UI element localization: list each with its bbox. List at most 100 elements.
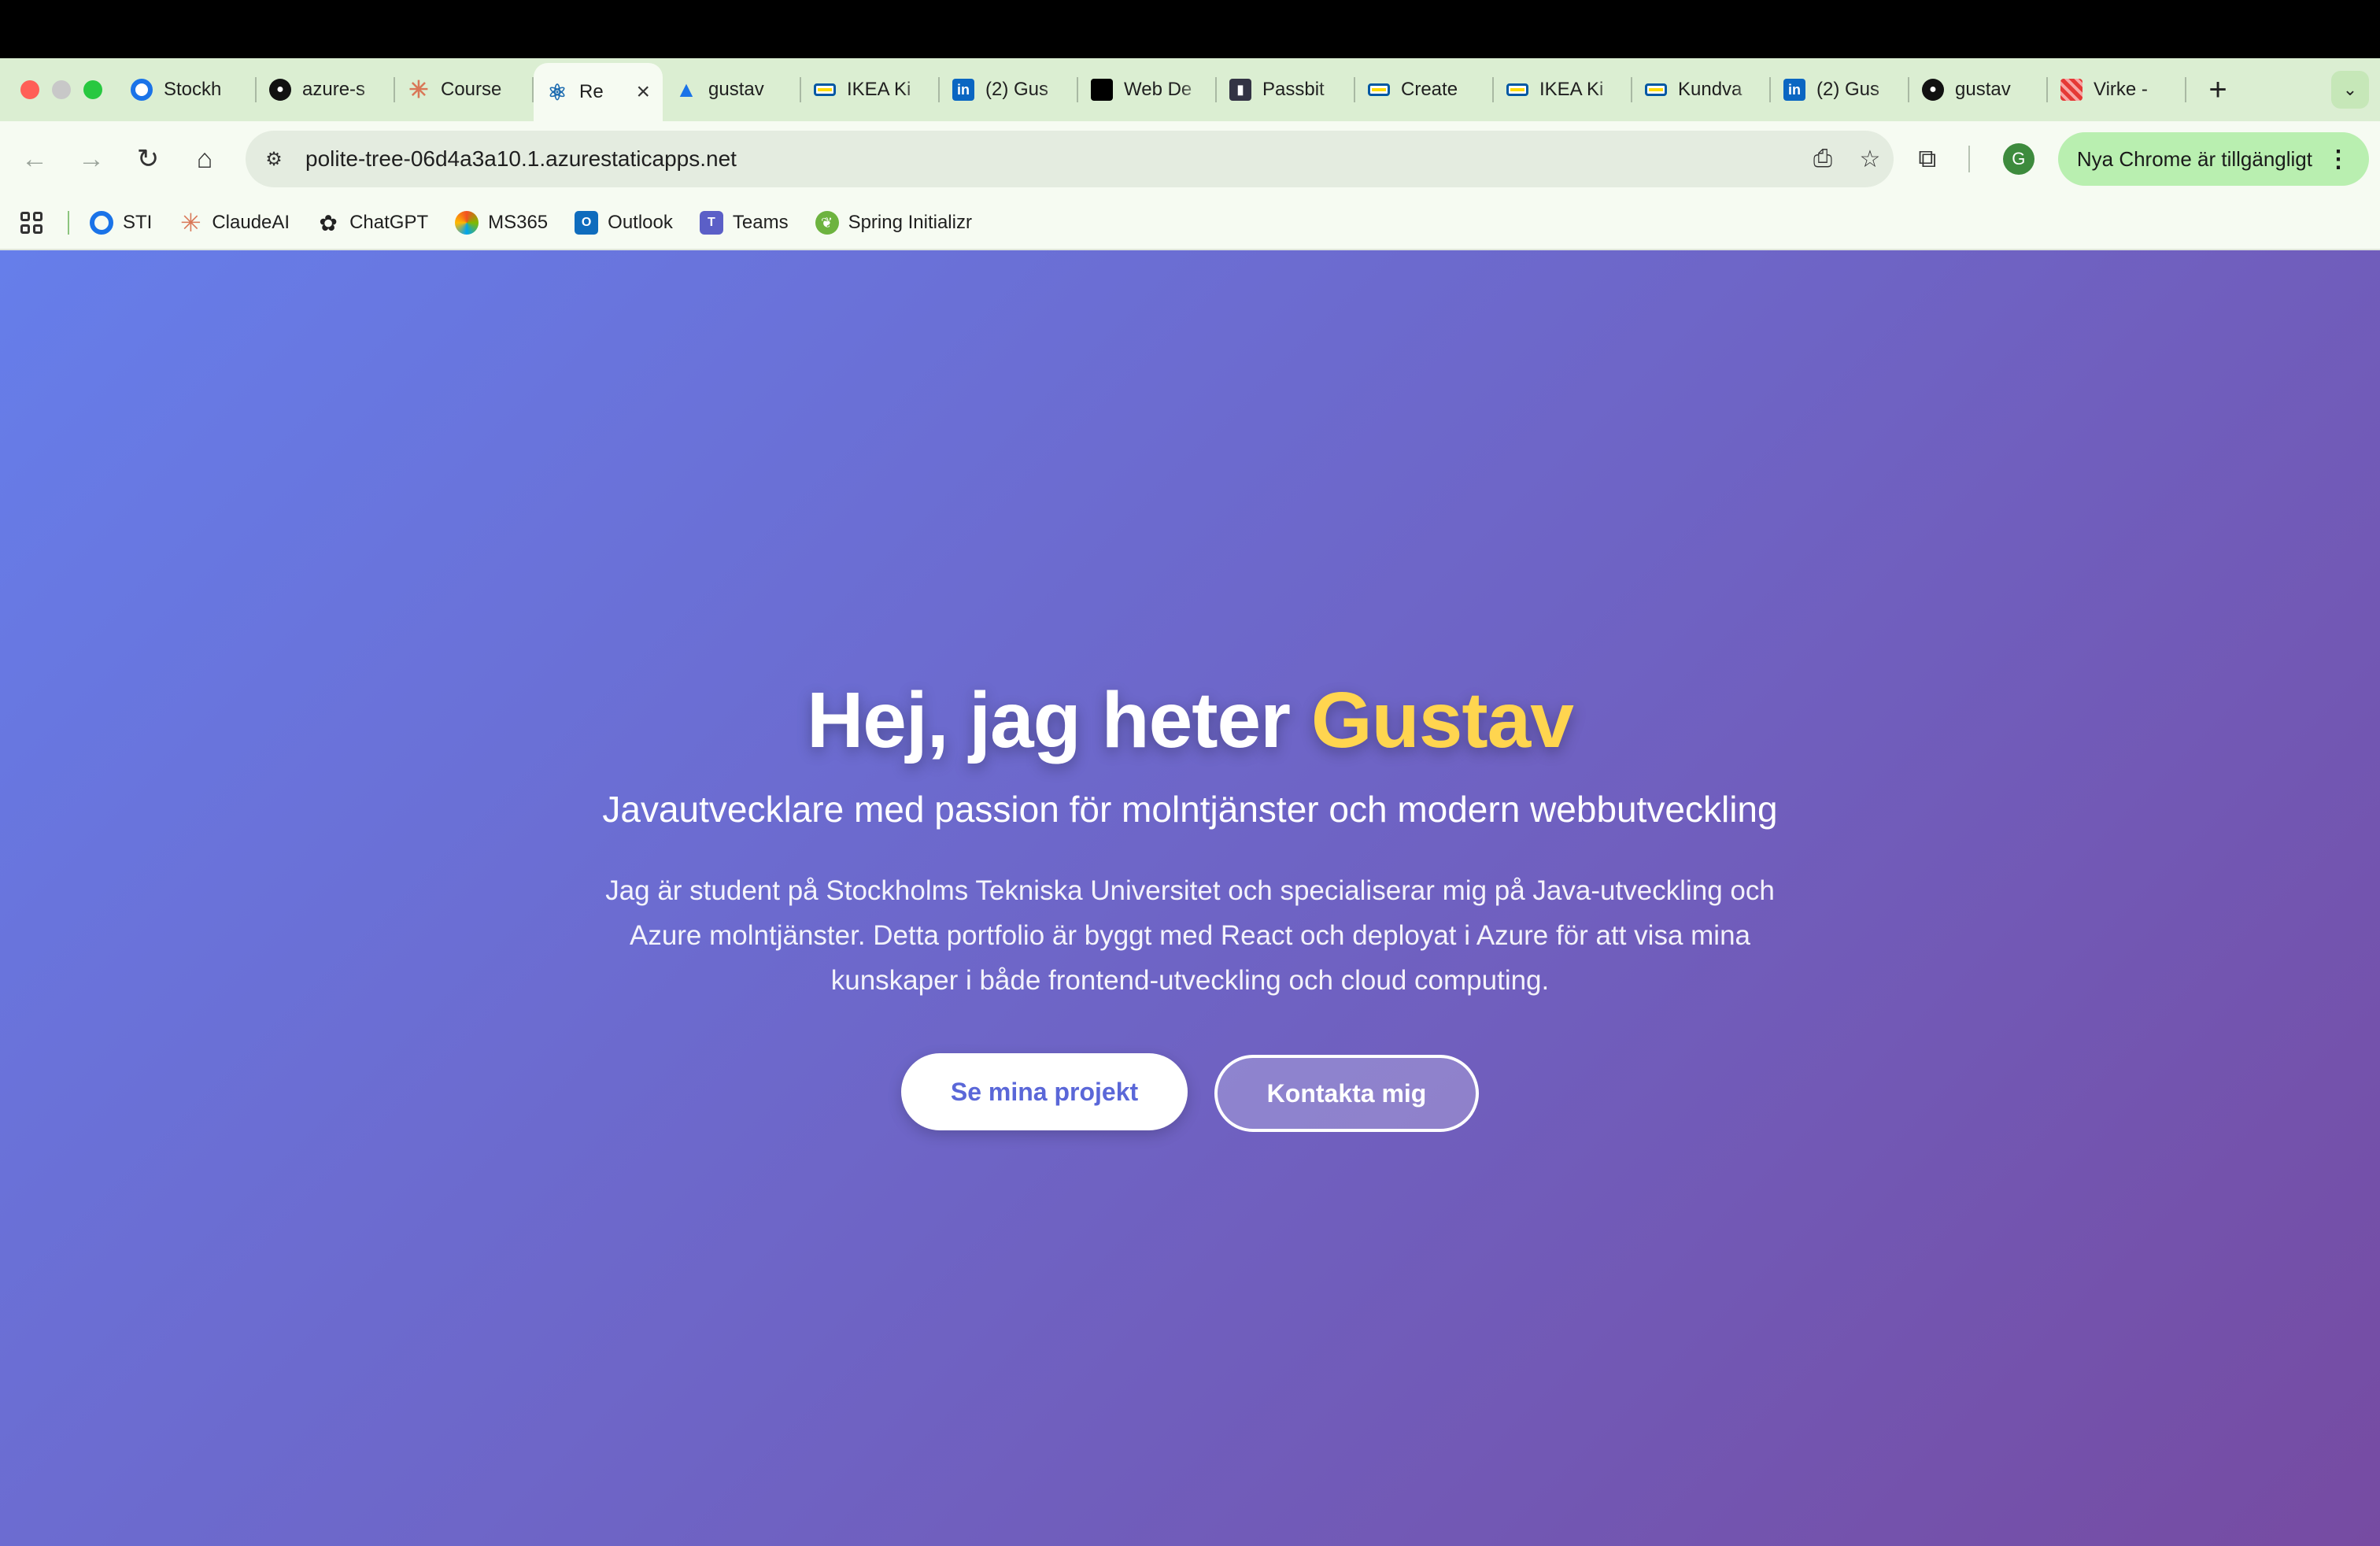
tab-web-dev[interactable]: Web De xyxy=(1078,58,1217,121)
bookmark-sti[interactable]: STI xyxy=(90,211,152,235)
contact-me-button[interactable]: Kontakta mig xyxy=(1214,1055,1479,1132)
spring-icon: ❦ xyxy=(815,211,839,235)
heading-prefix: Hej, jag heter xyxy=(807,676,1291,764)
reload-icon: ↻ xyxy=(136,144,160,174)
tab-create[interactable]: Create xyxy=(1355,58,1494,121)
back-button[interactable]: ← xyxy=(6,131,63,187)
arrow-left-icon: ← xyxy=(21,143,48,174)
tab-azure-github[interactable]: ● azure-s xyxy=(257,58,395,121)
bookmark-claudeai[interactable]: ✳ ClaudeAI xyxy=(179,209,290,237)
maximize-window-button[interactable] xyxy=(83,80,102,99)
tab-title: gustav xyxy=(708,79,764,100)
hero-subtitle: Javautvecklare med passion för molntjäns… xyxy=(602,789,1778,830)
tab-kundva[interactable]: Kundva xyxy=(1632,58,1771,121)
tab-strip: Stockh ● azure-s ✳ Course ⚛ Re × ▲ gusta… xyxy=(0,58,2380,121)
tab-title: (2) Gus xyxy=(985,79,1049,100)
bookmark-star-icon[interactable]: ☆ xyxy=(1846,135,1894,183)
tab-stockholm[interactable]: Stockh xyxy=(118,58,257,121)
toolbar-divider xyxy=(1968,146,1970,172)
heading-name: Gustav xyxy=(1310,676,1574,764)
tab-ikea-1[interactable]: IKEA Ki xyxy=(801,58,940,121)
react-icon: ⚛ xyxy=(547,80,567,105)
home-icon: ⌂ xyxy=(196,143,213,174)
bookmarks-divider xyxy=(68,211,69,235)
ikea-icon xyxy=(1506,83,1528,96)
bookmark-ms365[interactable]: MS365 xyxy=(455,211,548,235)
extensions-icon[interactable]: ⧉ xyxy=(1904,135,1951,183)
github-icon: ● xyxy=(269,79,291,101)
install-app-icon[interactable]: ⎙ xyxy=(1799,135,1846,183)
tab-title: Stockh xyxy=(164,79,222,100)
ms365-icon xyxy=(455,211,479,235)
url-text[interactable]: polite-tree-06d4a3a10.1.azurestaticapps.… xyxy=(305,146,1799,172)
bookmark-teams[interactable]: T Teams xyxy=(699,211,789,235)
bookmark-label: Teams xyxy=(732,212,789,233)
browser-toolbar: ← → ↻ ⌂ ⚙ polite-tree-06d4a3a10.1.azures… xyxy=(0,121,2380,197)
bookmark-chatgpt[interactable]: ✿ ChatGPT xyxy=(316,211,428,235)
passbit-icon: ▮ xyxy=(1229,79,1251,101)
arrow-right-icon: → xyxy=(78,143,105,174)
virke-icon xyxy=(2060,79,2082,101)
bookmark-label: STI xyxy=(123,212,153,233)
bookmark-outlook[interactable]: O Outlook xyxy=(575,211,673,235)
new-tab-button[interactable]: + xyxy=(2194,72,2241,108)
kebab-menu-icon: ⋮ xyxy=(2326,146,2350,172)
linkedin-icon: in xyxy=(1783,79,1805,101)
tab-title: azure-s xyxy=(302,79,366,100)
bookmark-label: MS365 xyxy=(488,212,549,233)
reload-button[interactable]: ↻ xyxy=(120,131,176,187)
bookmarks-bar: STI ✳ ClaudeAI ✿ ChatGPT MS365 O Outlook… xyxy=(0,197,2380,250)
home-button[interactable]: ⌂ xyxy=(176,131,233,187)
close-tab-icon[interactable]: × xyxy=(636,79,650,105)
chevron-down-icon: ⌄ xyxy=(2342,80,2358,99)
ikea-icon xyxy=(1368,83,1390,96)
tab-virke[interactable]: Virke - xyxy=(2048,58,2186,121)
hero-heading: Hej, jag heter Gustav xyxy=(807,675,1574,766)
bookmark-label: Outlook xyxy=(608,212,673,233)
profile-avatar[interactable]: G xyxy=(2002,143,2034,175)
site-info-icon[interactable]: ⚙ xyxy=(257,142,291,176)
tab-linkedin-2[interactable]: in (2) Gus xyxy=(1771,58,1909,121)
see-projects-button[interactable]: Se mina projekt xyxy=(901,1053,1188,1130)
tab-gustav-github[interactable]: ● gustav xyxy=(1909,58,2048,121)
update-label: Nya Chrome är tillgängligt xyxy=(2076,146,2312,171)
claude-icon: ✳ xyxy=(408,76,429,103)
cta-row: Se mina projekt Kontakta mig xyxy=(901,1053,1479,1132)
tab-react-active[interactable]: ⚛ Re × xyxy=(534,63,663,121)
chrome-update-button[interactable]: Nya Chrome är tillgängligt ⋮ xyxy=(2057,132,2369,186)
tab-title: Re xyxy=(579,81,604,102)
tab-search-button[interactable]: ⌄ xyxy=(2331,71,2369,109)
tab-passbit[interactable]: ▮ Passbit xyxy=(1217,58,1355,121)
page-viewport: Hej, jag heter Gustav Javautvecklare med… xyxy=(0,250,2380,1546)
linkedin-icon: in xyxy=(952,79,974,101)
address-bar[interactable]: ⚙ polite-tree-06d4a3a10.1.azurestaticapp… xyxy=(246,131,1894,187)
minimize-window-button[interactable] xyxy=(52,80,71,99)
outlook-icon: O xyxy=(575,211,599,235)
chatgpt-icon: ✿ xyxy=(319,210,338,235)
azure-icon: ▲ xyxy=(675,77,697,102)
bookmark-label: ChatGPT xyxy=(349,212,429,233)
hero-section: Hej, jag heter Gustav Javautvecklare med… xyxy=(0,250,2380,1546)
bookmark-label: Spring Initializr xyxy=(848,212,972,233)
claude-icon: ✳ xyxy=(179,209,201,237)
bookmark-label: ClaudeAI xyxy=(212,212,290,233)
tab-title: Virke - xyxy=(2094,79,2148,100)
tab-title: (2) Gus xyxy=(1816,79,1880,100)
window-controls xyxy=(20,80,102,99)
tab-title: Course xyxy=(441,79,502,100)
close-window-button[interactable] xyxy=(20,80,39,99)
ikea-icon xyxy=(1645,83,1667,96)
teams-icon: T xyxy=(699,211,723,235)
tab-linkedin-1[interactable]: in (2) Gus xyxy=(940,58,1078,121)
forward-button[interactable]: → xyxy=(63,131,120,187)
tab-title: gustav xyxy=(1955,79,2011,100)
chrome-icon xyxy=(131,79,153,101)
bookmark-spring[interactable]: ❦ Spring Initializr xyxy=(815,211,972,235)
apps-grid-icon[interactable] xyxy=(20,212,42,234)
tab-title: Web De xyxy=(1124,79,1192,100)
ikea-icon xyxy=(814,83,836,96)
tab-course[interactable]: ✳ Course xyxy=(395,58,534,121)
tab-gustav-azure[interactable]: ▲ gustav xyxy=(663,58,801,121)
tab-ikea-2[interactable]: IKEA Ki xyxy=(1494,58,1632,121)
github-icon: ● xyxy=(1922,79,1944,101)
